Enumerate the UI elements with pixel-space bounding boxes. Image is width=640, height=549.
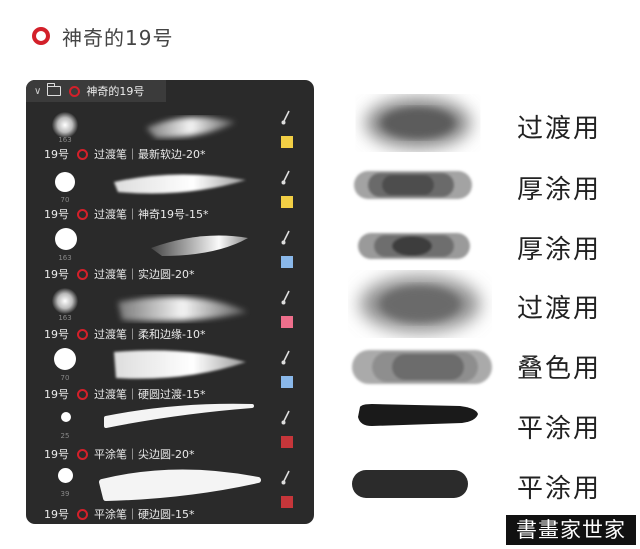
sample-label: 厚涂用 <box>517 175 602 205</box>
sample-flat-pointed <box>358 404 478 426</box>
sample-label: 叠色用 <box>517 354 602 384</box>
brush-samples <box>352 99 492 498</box>
sample-soft-blend-1 <box>366 99 470 147</box>
sample-thick-paint-2 <box>358 233 470 259</box>
sample-label: 过渡用 <box>517 294 602 324</box>
watermark: 書畫家世家 <box>506 515 636 545</box>
sample-flat-hard <box>352 470 468 498</box>
sample-layering <box>352 350 492 384</box>
sample-thick-paint-1 <box>354 171 472 199</box>
sample-label: 平涂用 <box>517 474 602 504</box>
sample-label: 过渡用 <box>517 114 602 144</box>
sample-label: 厚涂用 <box>517 235 602 265</box>
sample-label: 平涂用 <box>517 414 602 444</box>
sample-soft-blend-2 <box>360 276 480 332</box>
